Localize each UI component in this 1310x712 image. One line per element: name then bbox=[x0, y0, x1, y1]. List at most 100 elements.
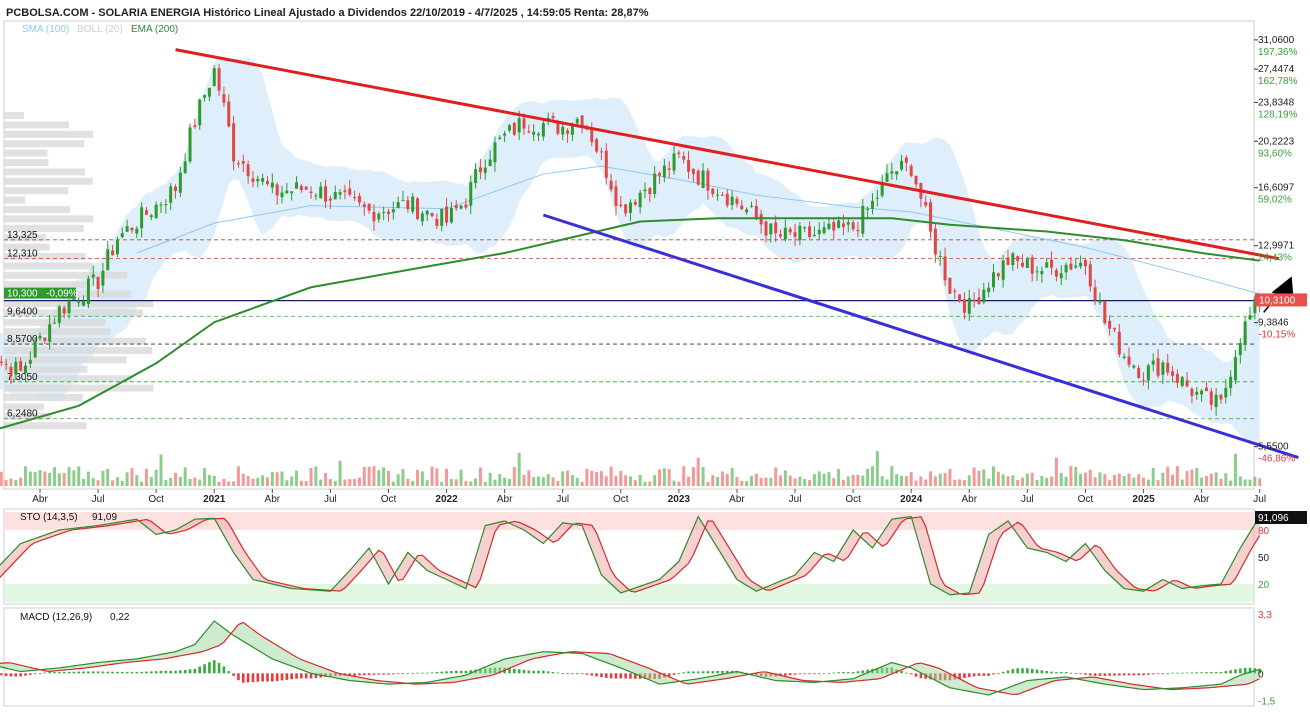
macd-histogram-bar bbox=[914, 673, 918, 677]
macd-y-label: -1,5 bbox=[1258, 696, 1276, 707]
macd-histogram-bar bbox=[421, 672, 424, 674]
candle-body bbox=[203, 95, 207, 98]
candle-body bbox=[299, 185, 303, 191]
volume-bar bbox=[1166, 466, 1170, 486]
candle-body bbox=[435, 218, 439, 226]
volume-bar bbox=[159, 454, 163, 486]
volume-bar bbox=[866, 468, 870, 486]
volume-bar bbox=[275, 472, 279, 486]
macd-histogram-bar bbox=[1050, 671, 1053, 674]
stochastic-y-label: 50 bbox=[1258, 553, 1270, 564]
volume-bar bbox=[295, 470, 299, 486]
volume-bar bbox=[861, 475, 865, 486]
candle-body bbox=[512, 123, 516, 135]
volume-bar bbox=[227, 481, 231, 486]
volume-profile-bar bbox=[4, 215, 94, 223]
candle-body bbox=[1238, 343, 1242, 356]
volume-bar bbox=[1074, 467, 1078, 486]
macd-histogram-bar bbox=[169, 670, 172, 674]
volume-bar bbox=[982, 469, 986, 486]
macd-histogram-bar bbox=[542, 670, 545, 674]
volume-bar bbox=[53, 467, 57, 486]
volume-bar bbox=[4, 480, 8, 486]
candle-body bbox=[406, 200, 410, 210]
candle-body bbox=[977, 297, 981, 304]
macd-histogram-bar bbox=[1132, 673, 1136, 676]
candle-body bbox=[86, 278, 90, 305]
macd-histogram-bar bbox=[1200, 672, 1203, 674]
volume-bar bbox=[106, 468, 110, 486]
macd-histogram-bar bbox=[677, 673, 681, 675]
macd-histogram-bar bbox=[1209, 672, 1213, 674]
macd-histogram-bar bbox=[1021, 668, 1024, 674]
candle-body bbox=[164, 204, 168, 206]
candle-body bbox=[1233, 357, 1237, 381]
candle-body bbox=[217, 68, 221, 91]
x-tick-label: Abr bbox=[729, 494, 745, 505]
macd-histogram-bar bbox=[58, 672, 61, 674]
candle-body bbox=[522, 118, 526, 129]
candle-body bbox=[667, 168, 671, 170]
volume-bar bbox=[740, 480, 744, 486]
macd-histogram-bar bbox=[106, 671, 110, 674]
candle-body bbox=[261, 178, 265, 182]
volume-bar bbox=[638, 474, 642, 486]
volume-bar bbox=[1161, 472, 1165, 486]
macd-histogram-bar bbox=[77, 671, 81, 674]
candle-body bbox=[1151, 360, 1155, 365]
macd-histogram-bar bbox=[19, 673, 22, 677]
candle-body bbox=[106, 249, 110, 271]
macd-histogram-bar bbox=[629, 673, 632, 679]
macd-histogram-bar bbox=[430, 672, 434, 674]
volume-bar bbox=[1006, 476, 1010, 486]
macd-histogram-bar bbox=[261, 673, 264, 682]
candle-body bbox=[972, 299, 976, 301]
candle-body bbox=[682, 156, 686, 160]
volume-bar bbox=[1209, 473, 1213, 486]
volume-bar bbox=[33, 472, 37, 486]
candle-body bbox=[948, 277, 952, 294]
volume-bar bbox=[222, 478, 226, 486]
volume-bar bbox=[788, 475, 792, 486]
volume-bar bbox=[324, 472, 328, 486]
volume-bar bbox=[551, 477, 555, 486]
volume-bar bbox=[464, 481, 468, 486]
volume-bar bbox=[430, 466, 434, 486]
volume-profile-bar bbox=[4, 149, 48, 157]
x-tick-label: Oct bbox=[845, 494, 861, 505]
volume-bar bbox=[19, 477, 23, 486]
legend-ema: EMA (200) bbox=[131, 24, 178, 35]
candle-body bbox=[817, 229, 821, 235]
candle-body bbox=[425, 210, 429, 215]
macd-histogram-bar bbox=[1142, 673, 1145, 676]
candle-body bbox=[958, 294, 962, 302]
macd-histogram-bar bbox=[125, 672, 129, 674]
volume-bar bbox=[449, 479, 453, 486]
macd-histogram-bar bbox=[561, 673, 565, 674]
macd-histogram-bar bbox=[130, 672, 134, 674]
macd-histogram-bar bbox=[687, 671, 690, 674]
macd-histogram-bar bbox=[1093, 673, 1097, 676]
candle-body bbox=[304, 186, 308, 190]
price-level-label: 8,5700 bbox=[7, 334, 38, 345]
candle-body bbox=[319, 186, 323, 199]
x-tick-label: 2025 bbox=[1132, 494, 1155, 505]
candle-body bbox=[386, 211, 390, 215]
volume-bar bbox=[991, 466, 995, 486]
macd-histogram-bar bbox=[232, 673, 235, 676]
macd-histogram-bar bbox=[595, 673, 598, 677]
candle-body bbox=[541, 123, 545, 137]
candle-body bbox=[730, 196, 734, 206]
macd-histogram-bar bbox=[619, 673, 623, 679]
macd-histogram-bar bbox=[222, 666, 226, 674]
candle-body bbox=[396, 202, 400, 208]
candle-body bbox=[735, 198, 739, 204]
macd-histogram-bar bbox=[217, 662, 221, 674]
candle-body bbox=[1112, 328, 1116, 330]
macd-histogram-bar bbox=[0, 673, 3, 676]
volume-profile-bar bbox=[4, 281, 87, 289]
volume-bar bbox=[967, 475, 971, 486]
volume-bar bbox=[1050, 476, 1054, 486]
macd-histogram-bar bbox=[91, 671, 95, 674]
macd-histogram-bar bbox=[711, 671, 715, 674]
